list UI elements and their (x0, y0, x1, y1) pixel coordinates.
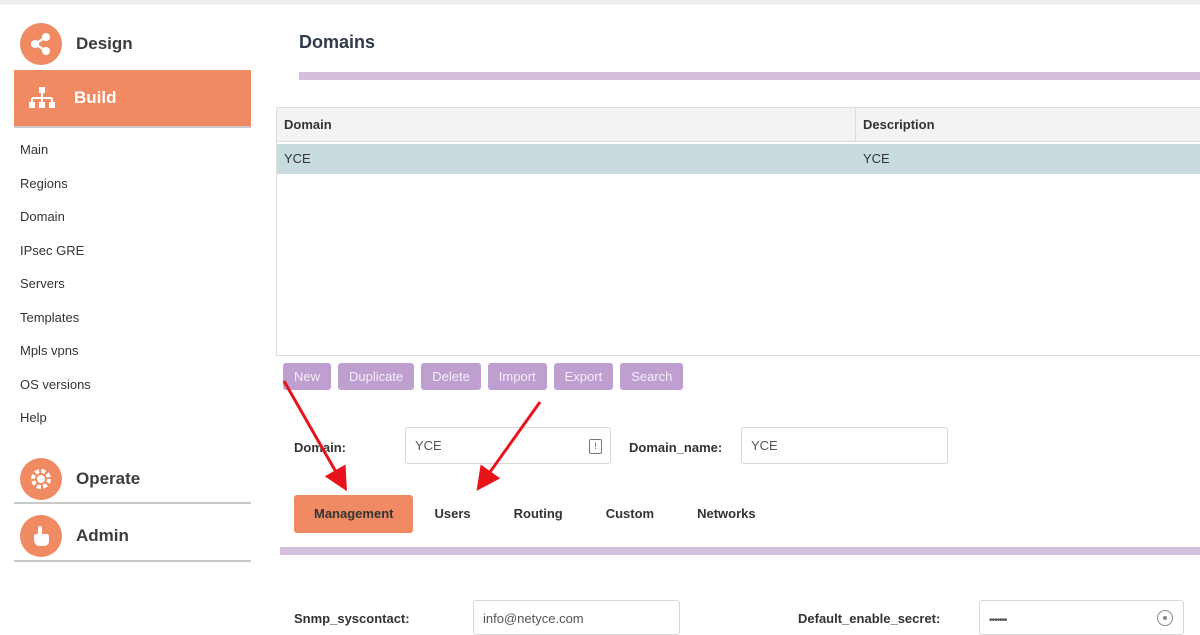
column-header-description[interactable]: Description (856, 108, 1200, 141)
field-lock-icon[interactable]: ! (589, 439, 602, 454)
sidebar-section-admin[interactable]: Admin (14, 512, 251, 562)
tab-routing[interactable]: Routing (514, 495, 563, 533)
share-icon (20, 23, 62, 65)
table-header: Domain Description (277, 108, 1200, 142)
build-menu: Main Regions Domain IPsec GRE Servers Te… (20, 140, 91, 442)
domain-name-field-value: YCE (751, 438, 778, 453)
domain-name-field[interactable]: YCE (741, 427, 948, 464)
hand-pointer-icon (20, 515, 62, 557)
record-toolbar: New Duplicate Delete Import Export Searc… (283, 363, 684, 390)
sidebar-item-regions[interactable]: Regions (20, 174, 91, 208)
domain-field[interactable]: YCE ! (405, 427, 611, 464)
page-title: Domains (299, 32, 376, 52)
export-button[interactable]: Export (553, 363, 614, 390)
tab-management[interactable]: Management (294, 495, 414, 533)
sidebar-section-label: Operate (76, 469, 141, 488)
column-header-domain[interactable]: Domain (277, 108, 856, 141)
snmp-syscontact-label: Snmp_syscontact: (294, 611, 410, 626)
domain-label: Domain: (294, 440, 346, 455)
sidebar-section-build[interactable]: Build (14, 70, 251, 128)
domain-name-label: Domain_name: (629, 440, 723, 455)
default-enable-secret-field[interactable]: ••••••• (979, 600, 1184, 635)
search-button[interactable]: Search (620, 363, 684, 390)
cell-description: YCE (863, 151, 890, 166)
new-button[interactable]: New (283, 363, 332, 390)
sidebar-section-label: Design (76, 34, 133, 53)
sidebar-item-templates[interactable]: Templates (20, 308, 91, 342)
delete-button[interactable]: Delete (421, 363, 481, 390)
tabs-divider (280, 547, 1200, 555)
sidebar-item-mpls-vpns[interactable]: Mpls vpns (20, 341, 91, 375)
sidebar-item-servers[interactable]: Servers (20, 274, 91, 308)
sidebar-section-design[interactable]: Design (14, 20, 251, 68)
top-border (0, 0, 1200, 5)
domain-field-value: YCE (415, 438, 442, 453)
import-button[interactable]: Import (487, 363, 547, 390)
domain-form: Domain: YCE ! Domain_name: YCE (0, 427, 1200, 465)
sidebar-item-domain[interactable]: Domain (20, 207, 91, 241)
sidebar-section-label: Admin (76, 526, 129, 545)
sidebar-item-ipsec-gre[interactable]: IPsec GRE (20, 241, 91, 275)
tab-networks[interactable]: Networks (697, 495, 756, 533)
snmp-syscontact-field[interactable]: info@netyce.com (473, 600, 680, 635)
duplicate-button[interactable]: Duplicate (338, 363, 415, 390)
title-divider (299, 72, 1200, 80)
sidebar-item-main[interactable]: Main (20, 140, 91, 174)
snmp-syscontact-value: info@netyce.com (483, 611, 584, 626)
tab-custom[interactable]: Custom (606, 495, 654, 533)
sidebar-item-os-versions[interactable]: OS versions (20, 375, 91, 409)
sidebar-section-label: Build (74, 88, 117, 107)
default-enable-secret-value: ••••••• (989, 615, 1007, 626)
default-enable-secret-label: Default_enable_secret: (798, 611, 941, 626)
domains-table: Domain Description YCE YCE (276, 107, 1200, 356)
detail-tabs: Management Users Routing Custom Networks (294, 495, 756, 533)
show-password-icon[interactable] (1157, 610, 1173, 626)
table-row[interactable]: YCE YCE (277, 144, 1200, 174)
sitemap-icon (24, 80, 60, 116)
tab-users[interactable]: Users (434, 495, 470, 533)
cell-domain: YCE (277, 144, 856, 174)
